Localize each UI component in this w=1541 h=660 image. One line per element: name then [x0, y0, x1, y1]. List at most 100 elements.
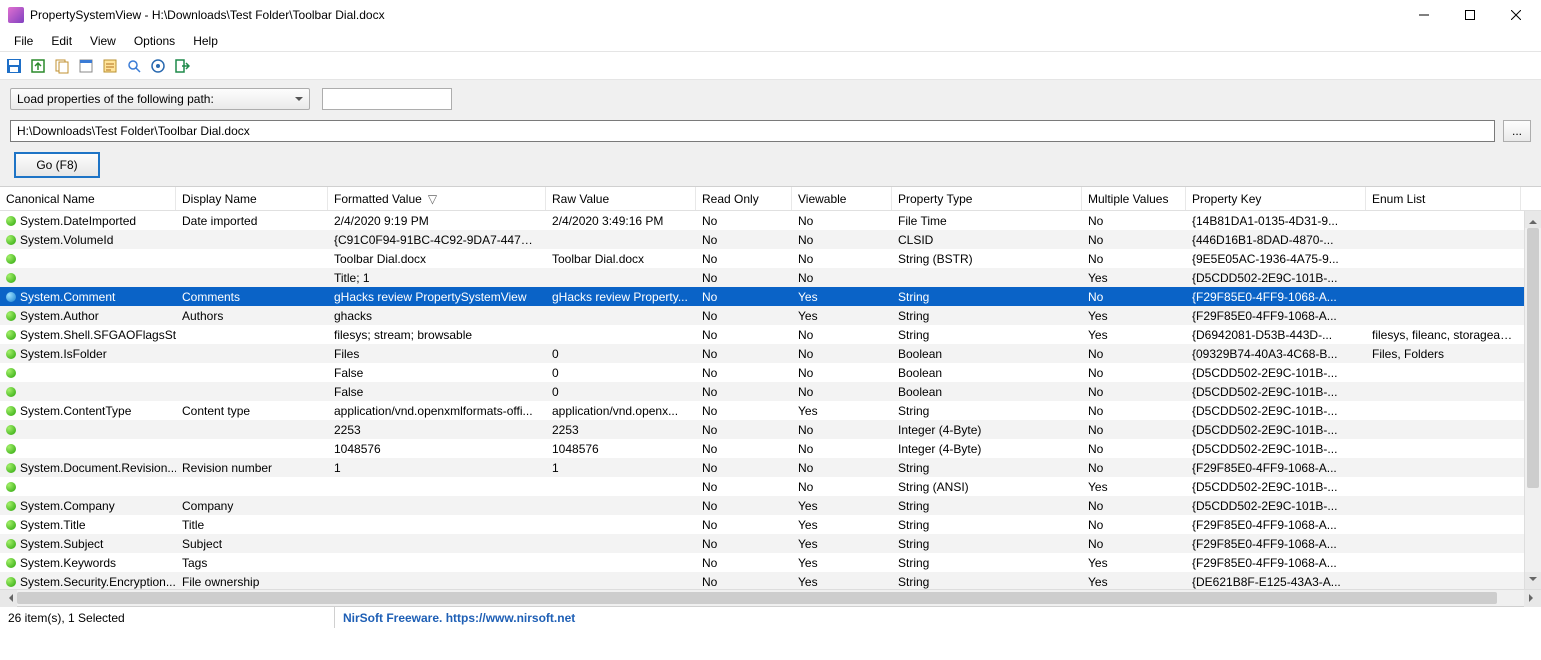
table-row[interactable]: System.CommentCommentsgHacks review Prop… — [0, 287, 1541, 306]
refresh-icon[interactable] — [150, 58, 166, 74]
minimize-button[interactable] — [1401, 0, 1447, 30]
close-button[interactable] — [1493, 0, 1539, 30]
app-icon — [8, 7, 24, 23]
cell: System.ContentType — [0, 404, 176, 418]
status-link[interactable]: NirSoft Freeware. https://www.nirsoft.ne… — [335, 611, 583, 625]
header-enum-list[interactable]: Enum List — [1366, 187, 1521, 210]
table-row[interactable]: Toolbar Dial.docxToolbar Dial.docxNoNoSt… — [0, 249, 1541, 268]
table-row[interactable]: System.TitleTitleNoYesStringNo{F29F85E0-… — [0, 515, 1541, 534]
status-dot-icon — [6, 368, 16, 378]
cell — [0, 254, 176, 264]
exit-icon[interactable] — [174, 58, 190, 74]
find-icon[interactable] — [126, 58, 142, 74]
table-row[interactable]: System.AuthorAuthorsghacksNoYesStringYes… — [0, 306, 1541, 325]
header-viewable[interactable]: Viewable — [792, 187, 892, 210]
cell: Files, Folders — [1366, 347, 1521, 361]
scroll-right-icon[interactable] — [1524, 590, 1541, 607]
cell: No — [696, 385, 792, 399]
table-row[interactable]: System.Security.Encryption...File owners… — [0, 572, 1541, 589]
cell — [0, 368, 176, 378]
header-property-type[interactable]: Property Type — [892, 187, 1082, 210]
cell: System.Shell.SFGAOFlagsStr... — [0, 328, 176, 342]
cell: String — [892, 537, 1082, 551]
filter-input[interactable] — [322, 88, 452, 110]
table-row[interactable]: False0NoNoBooleanNo{D5CDD502-2E9C-101B-.… — [0, 382, 1541, 401]
cell — [0, 387, 176, 397]
table-row[interactable]: System.KeywordsTagsNoYesStringYes{F29F85… — [0, 553, 1541, 572]
table-row[interactable]: System.ContentTypeContent typeapplicatio… — [0, 401, 1541, 420]
status-dot-icon — [6, 235, 16, 245]
cell: String — [892, 290, 1082, 304]
table-row[interactable]: System.Shell.SFGAOFlagsStr...filesys; st… — [0, 325, 1541, 344]
table-row[interactable]: False0NoNoBooleanNo{D5CDD502-2E9C-101B-.… — [0, 363, 1541, 382]
table-row[interactable]: 10485761048576NoNoInteger (4-Byte)No{D5C… — [0, 439, 1541, 458]
header-canonical-name[interactable]: Canonical Name — [0, 187, 176, 210]
table-row[interactable]: NoNoString (ANSI)Yes{D5CDD502-2E9C-101B-… — [0, 477, 1541, 496]
scroll-thumb[interactable] — [1527, 228, 1539, 488]
export-icon[interactable] — [30, 58, 46, 74]
cell: String — [892, 499, 1082, 513]
cell: 2253 — [328, 423, 546, 437]
table-row[interactable]: System.Document.Revision...Revision numb… — [0, 458, 1541, 477]
properties-icon[interactable] — [78, 58, 94, 74]
cell: No — [1082, 347, 1186, 361]
table-row[interactable]: System.SubjectSubjectNoYesStringNo{F29F8… — [0, 534, 1541, 553]
menu-help[interactable]: Help — [185, 32, 226, 50]
maximize-button[interactable] — [1447, 0, 1493, 30]
scroll-up-icon[interactable] — [1525, 211, 1541, 228]
cell: Title; 1 — [328, 271, 546, 285]
menu-file[interactable]: File — [6, 32, 41, 50]
copy-icon[interactable] — [54, 58, 70, 74]
header-read-only[interactable]: Read Only — [696, 187, 792, 210]
cell: No — [696, 461, 792, 475]
scroll-down-icon[interactable] — [1525, 572, 1541, 589]
menu-view[interactable]: View — [82, 32, 124, 50]
cell: String (BSTR) — [892, 252, 1082, 266]
save-icon[interactable] — [6, 58, 22, 74]
table-row[interactable]: System.IsFolderFiles0NoNoBooleanNo{09329… — [0, 344, 1541, 363]
scroll-left-icon[interactable] — [0, 590, 17, 607]
path-input[interactable]: H:\Downloads\Test Folder\Toolbar Dial.do… — [10, 120, 1495, 142]
cell: No — [1082, 366, 1186, 380]
window-title: PropertySystemView - H:\Downloads\Test F… — [30, 8, 385, 22]
load-mode-combo[interactable]: Load properties of the following path: — [10, 88, 310, 110]
cell: {DE621B8F-E125-43A3-A... — [1186, 575, 1366, 589]
menu-options[interactable]: Options — [126, 32, 183, 50]
cell: String (ANSI) — [892, 480, 1082, 494]
go-button[interactable]: Go (F8) — [14, 152, 100, 178]
cell: {F29F85E0-4FF9-1068-A... — [1186, 290, 1366, 304]
table-row[interactable]: System.VolumeId{C91C0F94-91BC-4C92-9DA7-… — [0, 230, 1541, 249]
hscroll-thumb[interactable] — [17, 592, 1497, 604]
cell: {14B81DA1-0135-4D31-9... — [1186, 214, 1366, 228]
header-display-name[interactable]: Display Name — [176, 187, 328, 210]
status-dot-icon — [6, 558, 16, 568]
cell: 0 — [546, 385, 696, 399]
cell: No — [792, 252, 892, 266]
cell: Yes — [792, 499, 892, 513]
status-dot-icon — [6, 254, 16, 264]
cell: {F29F85E0-4FF9-1068-A... — [1186, 556, 1366, 570]
table-row[interactable]: System.DateImportedDate imported2/4/2020… — [0, 211, 1541, 230]
cell: {F29F85E0-4FF9-1068-A... — [1186, 309, 1366, 323]
vertical-scrollbar[interactable] — [1524, 211, 1541, 589]
header-property-key[interactable]: Property Key — [1186, 187, 1366, 210]
cell: Boolean — [892, 366, 1082, 380]
cell: No — [792, 385, 892, 399]
cell: No — [1082, 537, 1186, 551]
cell: 2/4/2020 9:19 PM — [328, 214, 546, 228]
table-row[interactable]: Title; 1NoNoYes{D5CDD502-2E9C-101B-... — [0, 268, 1541, 287]
menu-edit[interactable]: Edit — [43, 32, 80, 50]
browse-button[interactable]: ... — [1503, 120, 1531, 142]
cell: System.Document.Revision... — [0, 461, 176, 475]
header-raw-value[interactable]: Raw Value — [546, 187, 696, 210]
cell: False — [328, 385, 546, 399]
html-report-icon[interactable] — [102, 58, 118, 74]
horizontal-scrollbar[interactable] — [0, 589, 1541, 606]
table-row[interactable]: 22532253NoNoInteger (4-Byte)No{D5CDD502-… — [0, 420, 1541, 439]
cell: System.Title — [0, 518, 176, 532]
property-grid: Canonical Name Display Name Formatted Va… — [0, 186, 1541, 606]
cell: Files — [328, 347, 546, 361]
table-row[interactable]: System.CompanyCompanyNoYesStringNo{D5CDD… — [0, 496, 1541, 515]
header-multiple-values[interactable]: Multiple Values — [1082, 187, 1186, 210]
header-formatted-value[interactable]: Formatted Value▽ — [328, 187, 546, 210]
